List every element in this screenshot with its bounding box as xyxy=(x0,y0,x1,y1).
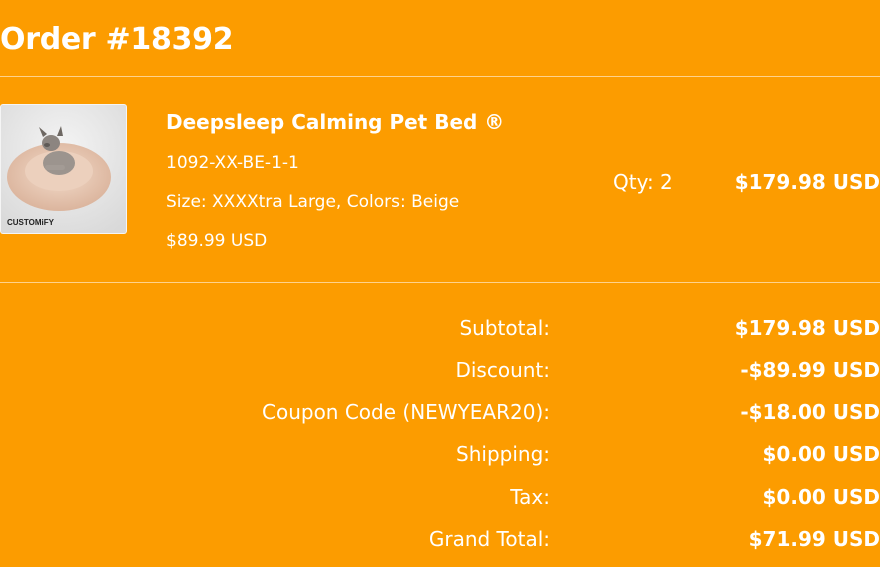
header-divider xyxy=(0,76,880,77)
summary-value: $71.99 USD xyxy=(748,527,880,551)
product-unit-price: $89.99 USD xyxy=(166,231,268,251)
summary-value: $0.00 USD xyxy=(762,485,880,509)
product-image[interactable]: CUSTOMiFY xyxy=(0,104,127,234)
order-summary-page: Order #18392 CUSTOMiFY Deepsleep Calming… xyxy=(0,0,880,567)
summary-row-subtotal: Subtotal: $179.98 USD xyxy=(0,316,880,346)
product-sku: 1092-XX-BE-1-1 xyxy=(166,153,299,173)
order-title: Order #18392 xyxy=(0,22,234,57)
summary-row-coupon: Coupon Code (NEWYEAR20): -$18.00 USD xyxy=(0,400,880,430)
summary-value: -$18.00 USD xyxy=(740,400,880,424)
summary-label: Tax: xyxy=(510,485,550,509)
summary-label: Discount: xyxy=(455,358,550,382)
summary-row-discount: Discount: -$89.99 USD xyxy=(0,358,880,388)
product-line-total: $179.98 USD xyxy=(734,170,880,194)
product-variant: Size: XXXXtra Large, Colors: Beige xyxy=(166,192,460,212)
product-quantity: Qty: 2 xyxy=(613,170,673,194)
summary-value: -$89.99 USD xyxy=(740,358,880,382)
summary-value: $179.98 USD xyxy=(734,316,880,340)
summary-label: Shipping: xyxy=(456,442,550,466)
summary-label: Coupon Code (NEWYEAR20): xyxy=(262,400,550,424)
summary-row-shipping: Shipping: $0.00 USD xyxy=(0,442,880,472)
summary-label: Subtotal: xyxy=(459,316,550,340)
summary-row-tax: Tax: $0.00 USD xyxy=(0,485,880,515)
product-image-brand: CUSTOMiFY xyxy=(7,218,55,227)
summary-value: $0.00 USD xyxy=(762,442,880,466)
summary-label: Grand Total: xyxy=(428,527,550,551)
summary-row-grand-total: Grand Total: $71.99 USD xyxy=(0,527,880,557)
product-name[interactable]: Deepsleep Calming Pet Bed ® xyxy=(166,110,504,134)
pet-bed-image-graphic: CUSTOMiFY xyxy=(1,105,126,233)
items-divider xyxy=(0,282,880,283)
